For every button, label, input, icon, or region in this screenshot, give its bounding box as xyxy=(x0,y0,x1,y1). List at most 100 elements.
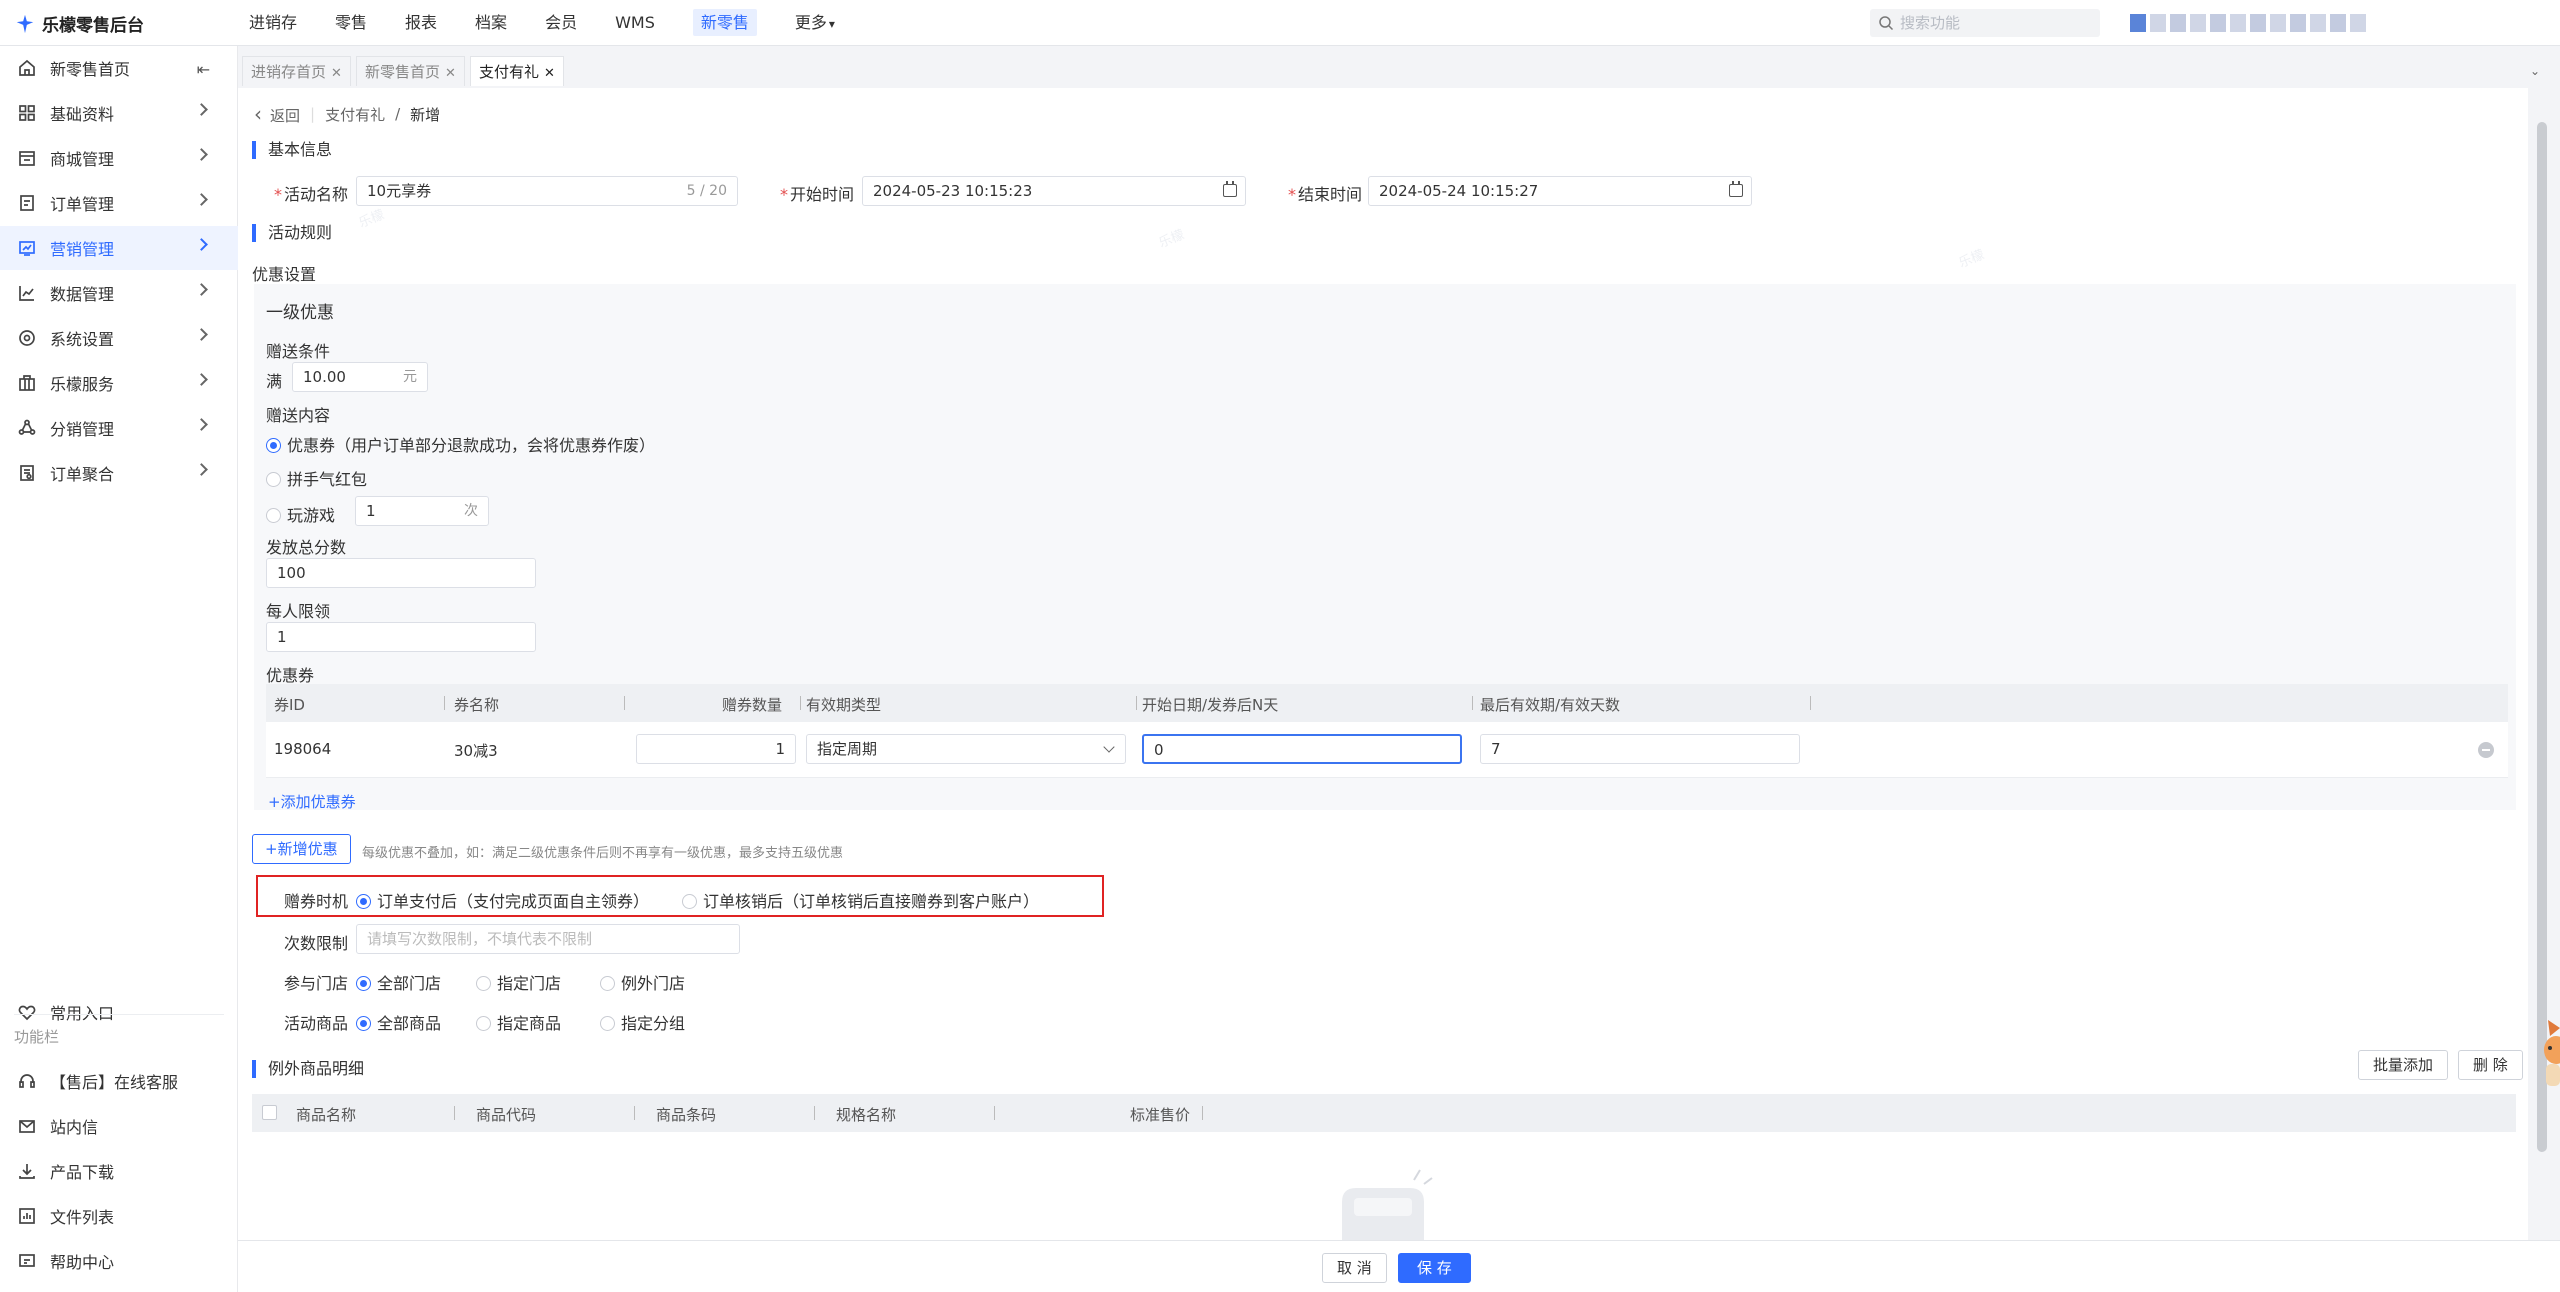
sidebar-item-file-list[interactable]: 文件列表 xyxy=(0,1194,238,1238)
radio-unchecked[interactable] xyxy=(600,1016,615,1031)
radio-checked[interactable] xyxy=(356,1016,371,1031)
user-info-blurred[interactable] xyxy=(2130,14,2366,32)
activity-name-input[interactable]: 10元享券 5 / 20 xyxy=(356,176,738,206)
section-activity-rules: 活动规则 xyxy=(252,224,332,242)
topnav-item-reports[interactable]: 报表 xyxy=(386,0,456,46)
content-option-coupon[interactable]: 优惠券（用户订单部分退款成功，会将优惠券作废） xyxy=(266,432,655,456)
store-icon xyxy=(16,147,38,169)
chevron-right-icon xyxy=(195,373,208,386)
select-all-checkbox[interactable] xyxy=(262,1105,277,1120)
coupon-quantity-input[interactable]: 1 xyxy=(636,734,796,764)
col-end-date: 最后有效期/有效天数 xyxy=(1480,696,1621,714)
start-date-input[interactable]: 0 xyxy=(1142,734,1462,764)
aggregate-icon xyxy=(16,462,38,484)
add-coupon-link[interactable]: +添加优惠券 xyxy=(268,791,356,812)
validity-type-select[interactable]: 指定周期 xyxy=(806,734,1126,764)
col-coupon-name: 券名称 xyxy=(454,696,500,714)
topnav-item-new-retail[interactable]: 新零售 xyxy=(674,0,776,46)
sidebar-item-help[interactable]: 帮助中心 xyxy=(0,1239,238,1283)
content-option-red-packet[interactable]: 拼手气红包 xyxy=(266,466,367,490)
sidebar-item-mall[interactable]: 商城管理 xyxy=(0,136,238,180)
mascot-icon[interactable] xyxy=(2536,1020,2560,1090)
chevron-down-icon[interactable]: ⌄ xyxy=(2530,64,2544,78)
product-option-specified[interactable]: 指定商品 xyxy=(476,1010,561,1034)
close-icon[interactable]: ✕ xyxy=(445,66,456,81)
delete-button[interactable]: 删 除 xyxy=(2458,1050,2523,1080)
game-count-input[interactable]: 1 次 xyxy=(355,496,489,526)
total-count-input[interactable]: 100 xyxy=(266,558,536,588)
topnav-item-more[interactable]: 更多 xyxy=(776,0,854,46)
timing-option-after-verification[interactable]: 订单核销后（订单核销后直接赠券到客户账户） xyxy=(682,888,1039,912)
radio-unchecked[interactable] xyxy=(682,894,697,909)
batch-add-button[interactable]: 批量添加 xyxy=(2358,1050,2449,1080)
radio-checked[interactable] xyxy=(356,894,371,909)
topnav-item-retail[interactable]: 零售 xyxy=(316,0,386,46)
function-search[interactable] xyxy=(1870,9,2100,37)
store-option-all[interactable]: 全部门店 xyxy=(356,970,441,994)
per-user-limit-input[interactable]: 1 xyxy=(266,622,536,652)
store-option-exception[interactable]: 例外门店 xyxy=(600,970,685,994)
store-option-specified[interactable]: 指定门店 xyxy=(476,970,561,994)
stores-label: 参与门店 xyxy=(284,974,349,993)
chevron-right-icon xyxy=(195,238,208,251)
topnav-item-inventory[interactable]: 进销存 xyxy=(230,0,316,46)
search-input[interactable] xyxy=(1900,14,2090,32)
sidebar-item-downloads[interactable]: 产品下载 xyxy=(0,1149,238,1193)
col-spec-name: 规格名称 xyxy=(836,1106,897,1124)
product-option-all[interactable]: 全部商品 xyxy=(356,1010,441,1034)
top-bar: 乐檬零售后台 进销存 零售 报表 档案 会员 WMS 新零售 更多 xyxy=(0,0,2560,46)
timing-option-after-payment[interactable]: 订单支付后（支付完成页面自主领券） xyxy=(356,888,649,912)
sidebar-item-data[interactable]: 数据管理 xyxy=(0,271,238,315)
sidebar-item-messages[interactable]: 站内信 xyxy=(0,1104,238,1148)
marketing-icon xyxy=(16,237,38,259)
calendar-icon xyxy=(1729,181,1743,197)
radio-unchecked[interactable] xyxy=(600,976,615,991)
topnav-item-wms[interactable]: WMS xyxy=(596,0,674,46)
breadcrumb-parent[interactable]: 支付有礼 xyxy=(325,104,385,125)
radio-unchecked[interactable] xyxy=(266,472,281,487)
close-icon[interactable]: ✕ xyxy=(331,66,342,81)
collapse-sidebar-icon[interactable]: ⇤ xyxy=(197,60,210,79)
sidebar-item-settings[interactable]: 系统设置 xyxy=(0,316,238,360)
limit-input[interactable]: 请填写次数限制，不填代表不限制 xyxy=(356,924,740,954)
coupon-name: 30减3 xyxy=(454,742,498,760)
content-option-game[interactable]: 玩游戏 xyxy=(266,502,335,526)
vertical-scrollbar[interactable] xyxy=(2537,122,2547,1152)
product-option-group[interactable]: 指定分组 xyxy=(600,1010,685,1034)
sidebar-item-basic-data[interactable]: 基础资料 xyxy=(0,91,238,135)
content-label: 赠送内容 xyxy=(266,406,331,425)
condition-label: 赠送条件 xyxy=(266,342,331,361)
sidebar-item-order-aggregation[interactable]: 订单聚合 xyxy=(0,451,238,495)
unit-yuan: 元 xyxy=(403,369,417,385)
radio-unchecked[interactable] xyxy=(476,1016,491,1031)
add-discount-button[interactable]: +新增优惠 xyxy=(252,834,351,864)
app-logo[interactable]: 乐檬零售后台 xyxy=(14,11,144,36)
radio-checked[interactable] xyxy=(266,438,281,453)
sidebar-item-orders[interactable]: 订单管理 xyxy=(0,181,238,225)
radio-checked[interactable] xyxy=(356,976,371,991)
end-date-input[interactable]: 7 xyxy=(1480,734,1800,764)
cancel-button[interactable]: 取 消 xyxy=(1322,1253,1387,1283)
radio-unchecked[interactable] xyxy=(266,508,281,523)
radio-unchecked[interactable] xyxy=(476,976,491,991)
back-link[interactable]: 返回 xyxy=(254,102,300,126)
remove-row-icon[interactable] xyxy=(2478,742,2494,758)
sidebar-item-lemeng-service[interactable]: 乐檬服务 xyxy=(0,361,238,405)
end-time-picker[interactable]: 2024-05-24 10:15:27 xyxy=(1368,176,1752,206)
sidebar-item-marketing[interactable]: 营销管理 xyxy=(0,226,238,270)
condition-amount-input[interactable]: 10.00 元 xyxy=(292,362,428,392)
topnav-item-archive[interactable]: 档案 xyxy=(456,0,526,46)
mail-icon xyxy=(16,1115,38,1137)
sidebar-item-new-retail-home[interactable]: 新零售首页 ⇤ xyxy=(0,46,238,90)
sidebar-item-distribution[interactable]: 分销管理 xyxy=(0,406,238,450)
tab-new-retail-home[interactable]: 新零售首页 ✕ xyxy=(356,56,465,86)
save-button[interactable]: 保 存 xyxy=(1398,1253,1471,1283)
tab-payment-gift[interactable]: 支付有礼 ✕ xyxy=(470,56,564,86)
topnav-item-members[interactable]: 会员 xyxy=(526,0,596,46)
tab-inventory-home[interactable]: 进销存首页 ✕ xyxy=(242,56,351,86)
sidebar-item-online-support[interactable]: 【售后】在线客服 xyxy=(0,1059,238,1103)
download-icon xyxy=(16,1160,38,1182)
empty-state-icon xyxy=(1342,1169,1433,1240)
close-icon[interactable]: ✕ xyxy=(544,66,555,81)
start-time-picker[interactable]: 2024-05-23 10:15:23 xyxy=(862,176,1246,206)
